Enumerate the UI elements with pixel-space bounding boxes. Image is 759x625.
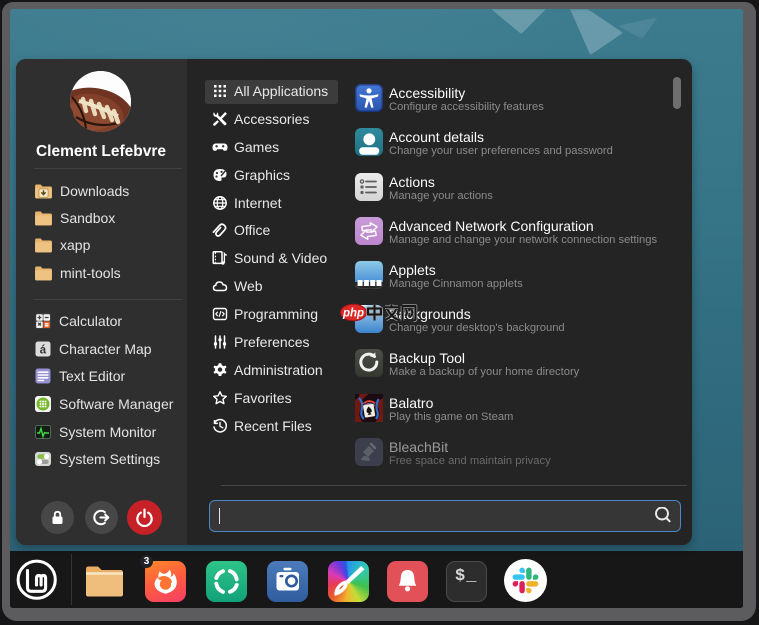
svg-text:php: php — [342, 308, 364, 320]
svg-text:á: á — [40, 344, 47, 356]
